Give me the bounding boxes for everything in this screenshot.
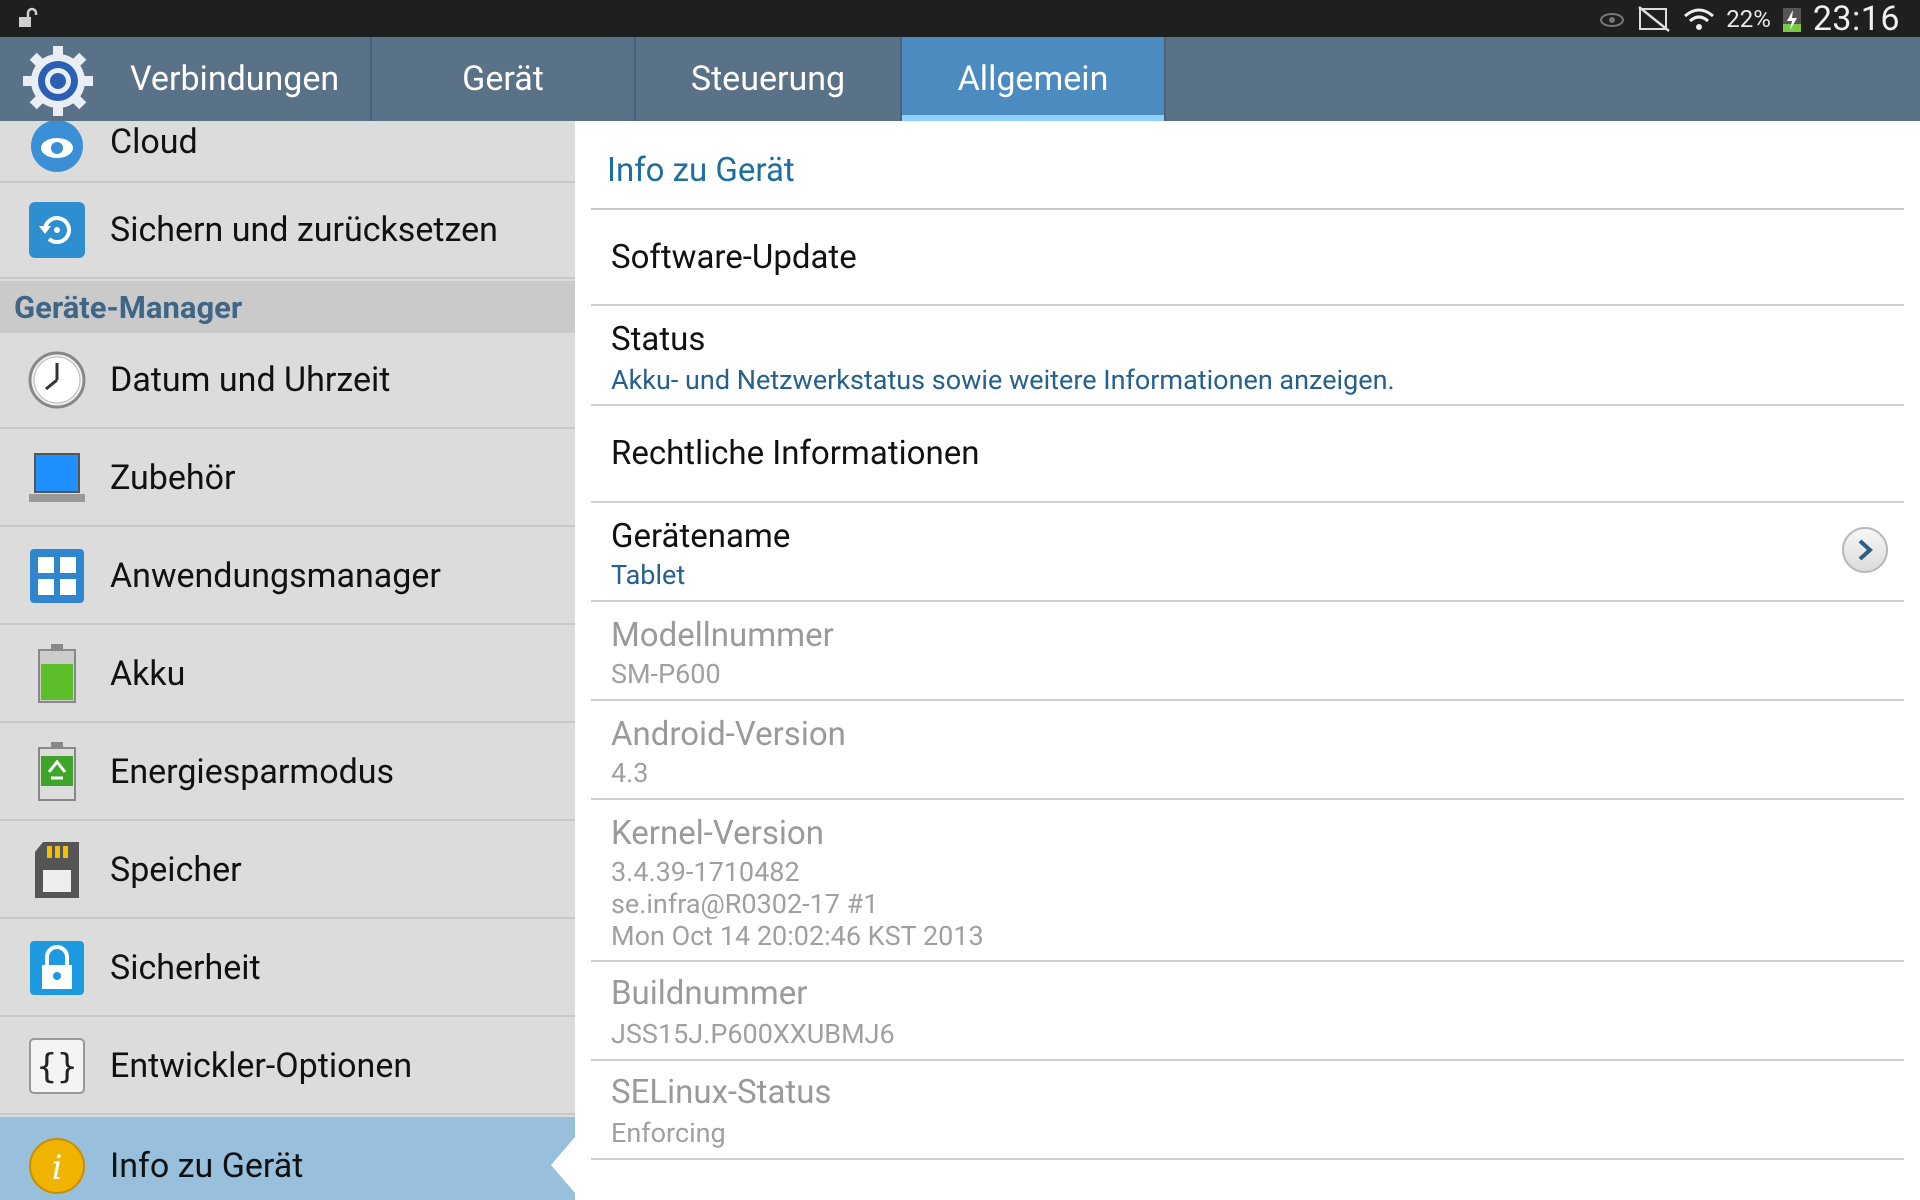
sidebar-item-app-manager[interactable]: Anwendungsmanager	[0, 529, 575, 625]
row-title: Gerätename	[611, 517, 791, 556]
tab-label: Allgemein	[957, 59, 1109, 99]
sidebar-item-date-time[interactable]: Datum und Uhrzeit	[0, 333, 575, 429]
row-model-number: Modellnummer SM-P600	[591, 602, 1904, 701]
row-title: Modellnummer	[611, 616, 834, 655]
row-status[interactable]: Status Akku- und Netzwerkstatus sowie we…	[591, 306, 1904, 406]
row-legal-info[interactable]: Rechtliche Informationen	[591, 406, 1904, 503]
row-summary: SM-P600	[611, 658, 721, 690]
tab-steuerung[interactable]: Steuerung	[636, 37, 902, 121]
row-android-version: Android-Version 4.3	[591, 701, 1904, 800]
row-title: Software-Update	[611, 238, 857, 277]
sidebar-item-label: Speicher	[110, 850, 242, 890]
row-software-update[interactable]: Software-Update	[591, 210, 1904, 306]
row-summary-line: Mon Oct 14 20:02:46 KST 2013	[611, 920, 984, 952]
sidebar-item-power-saving[interactable]: Energiesparmodus	[0, 725, 575, 821]
row-summary-line: se.infra@R0302-17 #1	[611, 888, 879, 920]
security-lock-icon	[26, 937, 88, 999]
sidebar-item-battery[interactable]: Akku	[0, 627, 575, 723]
wifi-icon	[1684, 8, 1715, 30]
sidebar-item-label: Datum und Uhrzeit	[110, 360, 391, 400]
row-summary: JSS15J.P600XXUBMJ6	[611, 1018, 895, 1050]
sidebar[interactable]: Cloud Sichern und zurücksetzen Geräte-Ma…	[0, 121, 575, 1200]
sidebar-item-label: Zubehör	[110, 458, 236, 498]
content-panel: Info zu Gerät Software-Update Status Akk…	[575, 121, 1920, 1200]
tab-label: Steuerung	[690, 59, 846, 99]
battery-percent: 22%	[1726, 4, 1771, 33]
tab-geraet[interactable]: Gerät	[372, 37, 636, 121]
power-saving-icon	[26, 741, 88, 803]
sidebar-item-label: Sicherheit	[110, 948, 261, 988]
sidebar-item-security[interactable]: Sicherheit	[0, 921, 575, 1017]
sidebar-item-label: Sichern und zurücksetzen	[110, 210, 498, 250]
sidebar-item-label: Info zu Gerät	[110, 1146, 304, 1186]
sidebar-item-cloud[interactable]: Cloud	[0, 121, 575, 183]
sidebar-item-label: Entwickler-Optionen	[110, 1046, 413, 1086]
sidebar-item-label: Cloud	[110, 122, 198, 162]
battery-charging-icon	[1782, 7, 1801, 32]
accessory-icon	[26, 447, 88, 509]
developer-braces-icon: {}	[26, 1035, 88, 1097]
sidebar-item-developer-options[interactable]: {} Entwickler-Optionen	[0, 1019, 575, 1115]
row-summary-line: 3.4.39-1710482	[611, 856, 800, 888]
sidebar-item-accessory[interactable]: Zubehör	[0, 431, 575, 527]
row-title: Kernel-Version	[611, 814, 824, 853]
backup-reset-icon	[26, 199, 88, 261]
row-summary: Enforcing	[611, 1117, 726, 1149]
section-header-label: Geräte-Manager	[14, 288, 243, 326]
row-summary: Akku- und Netzwerkstatus sowie weitere I…	[611, 364, 1395, 396]
row-summary: Tablet	[611, 559, 686, 591]
nfc-muted-icon	[1638, 5, 1671, 32]
clock-time: 23:16	[1812, 0, 1900, 39]
row-device-name[interactable]: Gerätename Tablet	[591, 503, 1904, 602]
tab-label: Gerät	[462, 59, 544, 99]
sidebar-item-storage[interactable]: Speicher	[0, 823, 575, 919]
row-selinux-status: SELinux-Status Enforcing	[591, 1061, 1904, 1160]
unlock-icon	[19, 7, 38, 27]
tab-label: Verbindungen	[130, 59, 340, 99]
app-manager-icon	[26, 545, 88, 607]
section-header-device-manager: Geräte-Manager	[0, 281, 575, 333]
clock-icon	[26, 349, 88, 411]
page-title: Info zu Gerät	[607, 151, 795, 190]
tab-bar: Verbindungen Gerät Steuerung Allgemein	[0, 37, 1920, 121]
tab-allgemein[interactable]: Allgemein	[902, 37, 1166, 121]
active-item-pointer	[551, 1137, 575, 1193]
row-title: Android-Version	[611, 715, 846, 754]
row-title: Rechtliche Informationen	[611, 434, 980, 473]
row-title: Status	[611, 320, 706, 359]
row-summary: 4.3	[611, 757, 649, 789]
chevron-right-icon[interactable]	[1842, 527, 1888, 573]
sidebar-item-backup-reset[interactable]: Sichern und zurücksetzen	[0, 183, 575, 279]
info-icon: i	[26, 1135, 88, 1197]
battery-icon	[26, 643, 88, 705]
svg-text:i: i	[52, 1148, 63, 1188]
sidebar-item-label: Anwendungsmanager	[110, 556, 441, 596]
tab-verbindungen[interactable]: Verbindungen	[0, 37, 372, 121]
sidebar-item-label: Energiesparmodus	[110, 752, 395, 792]
cloud-icon	[26, 121, 88, 177]
svg-text:{}: {}	[37, 1047, 78, 1087]
storage-icon	[26, 839, 88, 901]
row-kernel-version: Kernel-Version 3.4.39-1710482 se.infra@R…	[591, 800, 1904, 962]
smart-stay-eye-icon	[1600, 12, 1625, 27]
row-build-number: Buildnummer JSS15J.P600XXUBMJ6	[591, 962, 1904, 1061]
sidebar-item-label: Akku	[110, 654, 186, 694]
row-title: SELinux-Status	[611, 1073, 832, 1112]
row-title: Buildnummer	[611, 974, 808, 1013]
sidebar-item-device-info[interactable]: i Info zu Gerät	[0, 1117, 575, 1200]
status-bar: 22% 23:16	[0, 0, 1920, 39]
